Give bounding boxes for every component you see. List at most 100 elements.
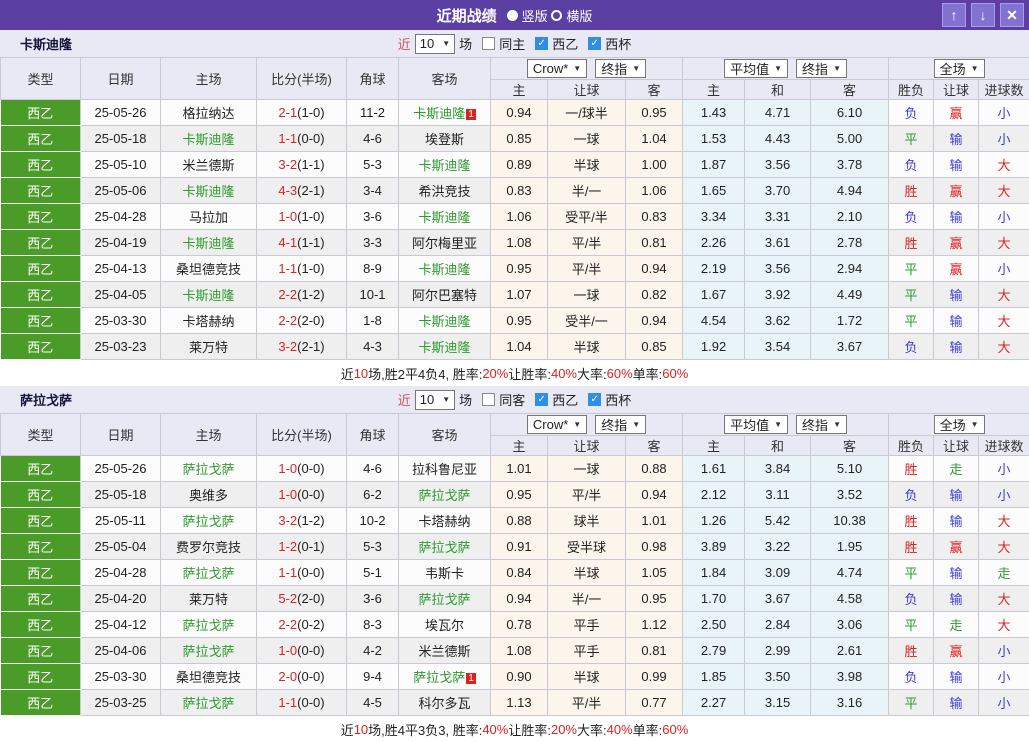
full-match-select[interactable]: 全场▼ xyxy=(934,59,985,78)
away-team-cell: 卡斯迪隆 xyxy=(399,334,491,360)
crow-odds-select[interactable]: Crow*▼ xyxy=(527,415,587,434)
close-button[interactable]: ✕ xyxy=(1000,3,1024,27)
handicap-result-cell: 输 xyxy=(934,586,979,612)
handicap-result-cell: 赢 xyxy=(934,100,979,126)
league-checkbox[interactable] xyxy=(535,393,548,406)
corner-cell: 8-9 xyxy=(347,256,399,282)
avg-away-cell: 1.95 xyxy=(811,534,889,560)
same-venue-checkbox[interactable] xyxy=(482,393,495,406)
avg-away-cell: 2.94 xyxy=(811,256,889,282)
away-odds-cell: 1.12 xyxy=(626,612,683,638)
home-team-cell: 卡斯迪隆 xyxy=(161,126,257,152)
average-odds-select[interactable]: 平均值▼ xyxy=(724,59,788,78)
goals-result-cell: 小 xyxy=(979,482,1029,508)
score-cell: 2-2(0-2) xyxy=(257,612,347,638)
avg-draw-cell: 3.31 xyxy=(745,204,811,230)
handicap-cell: 一球 xyxy=(548,282,626,308)
away-team-cell: 拉科鲁尼亚 xyxy=(399,456,491,482)
date-cell: 25-03-23 xyxy=(81,334,161,360)
home-odds-cell: 0.84 xyxy=(491,560,548,586)
home-team-cell: 米兰德斯 xyxy=(161,152,257,178)
avg-home-cell: 3.34 xyxy=(683,204,745,230)
league-checkbox[interactable] xyxy=(535,37,548,50)
date-cell: 25-04-13 xyxy=(81,256,161,282)
avg-draw-cell: 2.84 xyxy=(745,612,811,638)
avg-away-cell: 4.94 xyxy=(811,178,889,204)
avg-draw-cell: 3.11 xyxy=(745,482,811,508)
home-team-cell: 莱万特 xyxy=(161,334,257,360)
handicap-result-cell: 输 xyxy=(934,152,979,178)
date-cell: 25-03-30 xyxy=(81,308,161,334)
final-odds-select-2[interactable]: 终指▼ xyxy=(796,415,847,434)
avg-home-cell: 1.67 xyxy=(683,282,745,308)
handicap-result-cell: 输 xyxy=(934,204,979,230)
handicap-result-cell: 赢 xyxy=(934,230,979,256)
away-odds-cell: 0.99 xyxy=(626,664,683,690)
avg-draw-cell: 3.62 xyxy=(745,308,811,334)
subcol-avg-away: 客 xyxy=(811,436,889,456)
type-cell: 西乙 xyxy=(1,334,81,360)
match-count-select[interactable]: 10▼ xyxy=(415,390,455,410)
corner-cell: 5-3 xyxy=(347,152,399,178)
type-cell: 西乙 xyxy=(1,560,81,586)
col-date: 日期 xyxy=(81,414,161,456)
subcol-avg-draw: 和 xyxy=(745,436,811,456)
type-cell: 西乙 xyxy=(1,178,81,204)
score-cell: 2-2(1-2) xyxy=(257,282,347,308)
avg-draw-cell: 3.54 xyxy=(745,334,811,360)
radio-selected-icon xyxy=(507,10,518,21)
avg-home-cell: 2.27 xyxy=(683,690,745,716)
score-cell: 5-2(2-0) xyxy=(257,586,347,612)
goals-result-cell: 大 xyxy=(979,282,1029,308)
score-cell: 1-1(0-0) xyxy=(257,690,347,716)
move-down-button[interactable]: ↓ xyxy=(971,3,995,27)
away-odds-cell: 1.05 xyxy=(626,560,683,586)
crow-odds-select[interactable]: Crow*▼ xyxy=(527,59,587,78)
layout-radio-horizontal[interactable]: 横版 xyxy=(551,6,592,25)
date-cell: 25-05-26 xyxy=(81,456,161,482)
subcol-result: 胜负 xyxy=(889,436,934,456)
subcol-handicap-result: 让球 xyxy=(934,436,979,456)
goals-result-cell: 走 xyxy=(979,560,1029,586)
away-odds-cell: 1.06 xyxy=(626,178,683,204)
match-row: 西乙25-04-05卡斯迪隆2-2(1-2)10-1阿尔巴塞特1.07一球0.8… xyxy=(1,282,1029,308)
result-cell: 负 xyxy=(889,100,934,126)
match-row: 西乙25-05-11萨拉戈萨3-2(1-2)10-2卡塔赫纳0.88球半1.01… xyxy=(1,508,1029,534)
handicap-cell: 平/半 xyxy=(548,230,626,256)
final-odds-select[interactable]: 终指▼ xyxy=(595,59,646,78)
avg-away-cell: 3.06 xyxy=(811,612,889,638)
home-odds-cell: 1.08 xyxy=(491,638,548,664)
cup-checkbox[interactable] xyxy=(588,37,601,50)
match-count-select[interactable]: 10▼ xyxy=(415,34,455,54)
layout-radio-vertical[interactable]: 竖版 xyxy=(507,6,548,25)
final-odds-select-2[interactable]: 终指▼ xyxy=(796,59,847,78)
home-odds-cell: 0.78 xyxy=(491,612,548,638)
away-team-cell: 韦斯卡 xyxy=(399,560,491,586)
move-up-button[interactable]: ↑ xyxy=(942,3,966,27)
score-cell: 3-2(2-1) xyxy=(257,334,347,360)
date-cell: 25-05-18 xyxy=(81,482,161,508)
average-odds-select[interactable]: 平均值▼ xyxy=(724,415,788,434)
away-odds-cell: 0.94 xyxy=(626,482,683,508)
avg-away-cell: 4.74 xyxy=(811,560,889,586)
avg-home-cell: 2.79 xyxy=(683,638,745,664)
goals-result-cell: 小 xyxy=(979,664,1029,690)
away-team-cell: 米兰德斯 xyxy=(399,638,491,664)
subcol-avg-draw: 和 xyxy=(745,80,811,100)
type-cell: 西乙 xyxy=(1,482,81,508)
chevron-down-icon: ▼ xyxy=(442,395,450,404)
same-venue-checkbox[interactable] xyxy=(482,37,495,50)
cup-checkbox[interactable] xyxy=(588,393,601,406)
avg-draw-cell: 3.09 xyxy=(745,560,811,586)
match-row: 西乙25-04-13桑坦德竞技1-1(1-0)8-9卡斯迪隆0.95平/半0.9… xyxy=(1,256,1029,282)
corner-cell: 3-4 xyxy=(347,178,399,204)
avg-away-cell: 6.10 xyxy=(811,100,889,126)
date-cell: 25-05-06 xyxy=(81,178,161,204)
avg-home-cell: 1.43 xyxy=(683,100,745,126)
goals-result-cell: 小 xyxy=(979,256,1029,282)
handicap-cell: 半球 xyxy=(548,152,626,178)
avg-home-cell: 2.12 xyxy=(683,482,745,508)
full-match-select[interactable]: 全场▼ xyxy=(934,415,985,434)
handicap-result-cell: 赢 xyxy=(934,534,979,560)
final-odds-select[interactable]: 终指▼ xyxy=(595,415,646,434)
